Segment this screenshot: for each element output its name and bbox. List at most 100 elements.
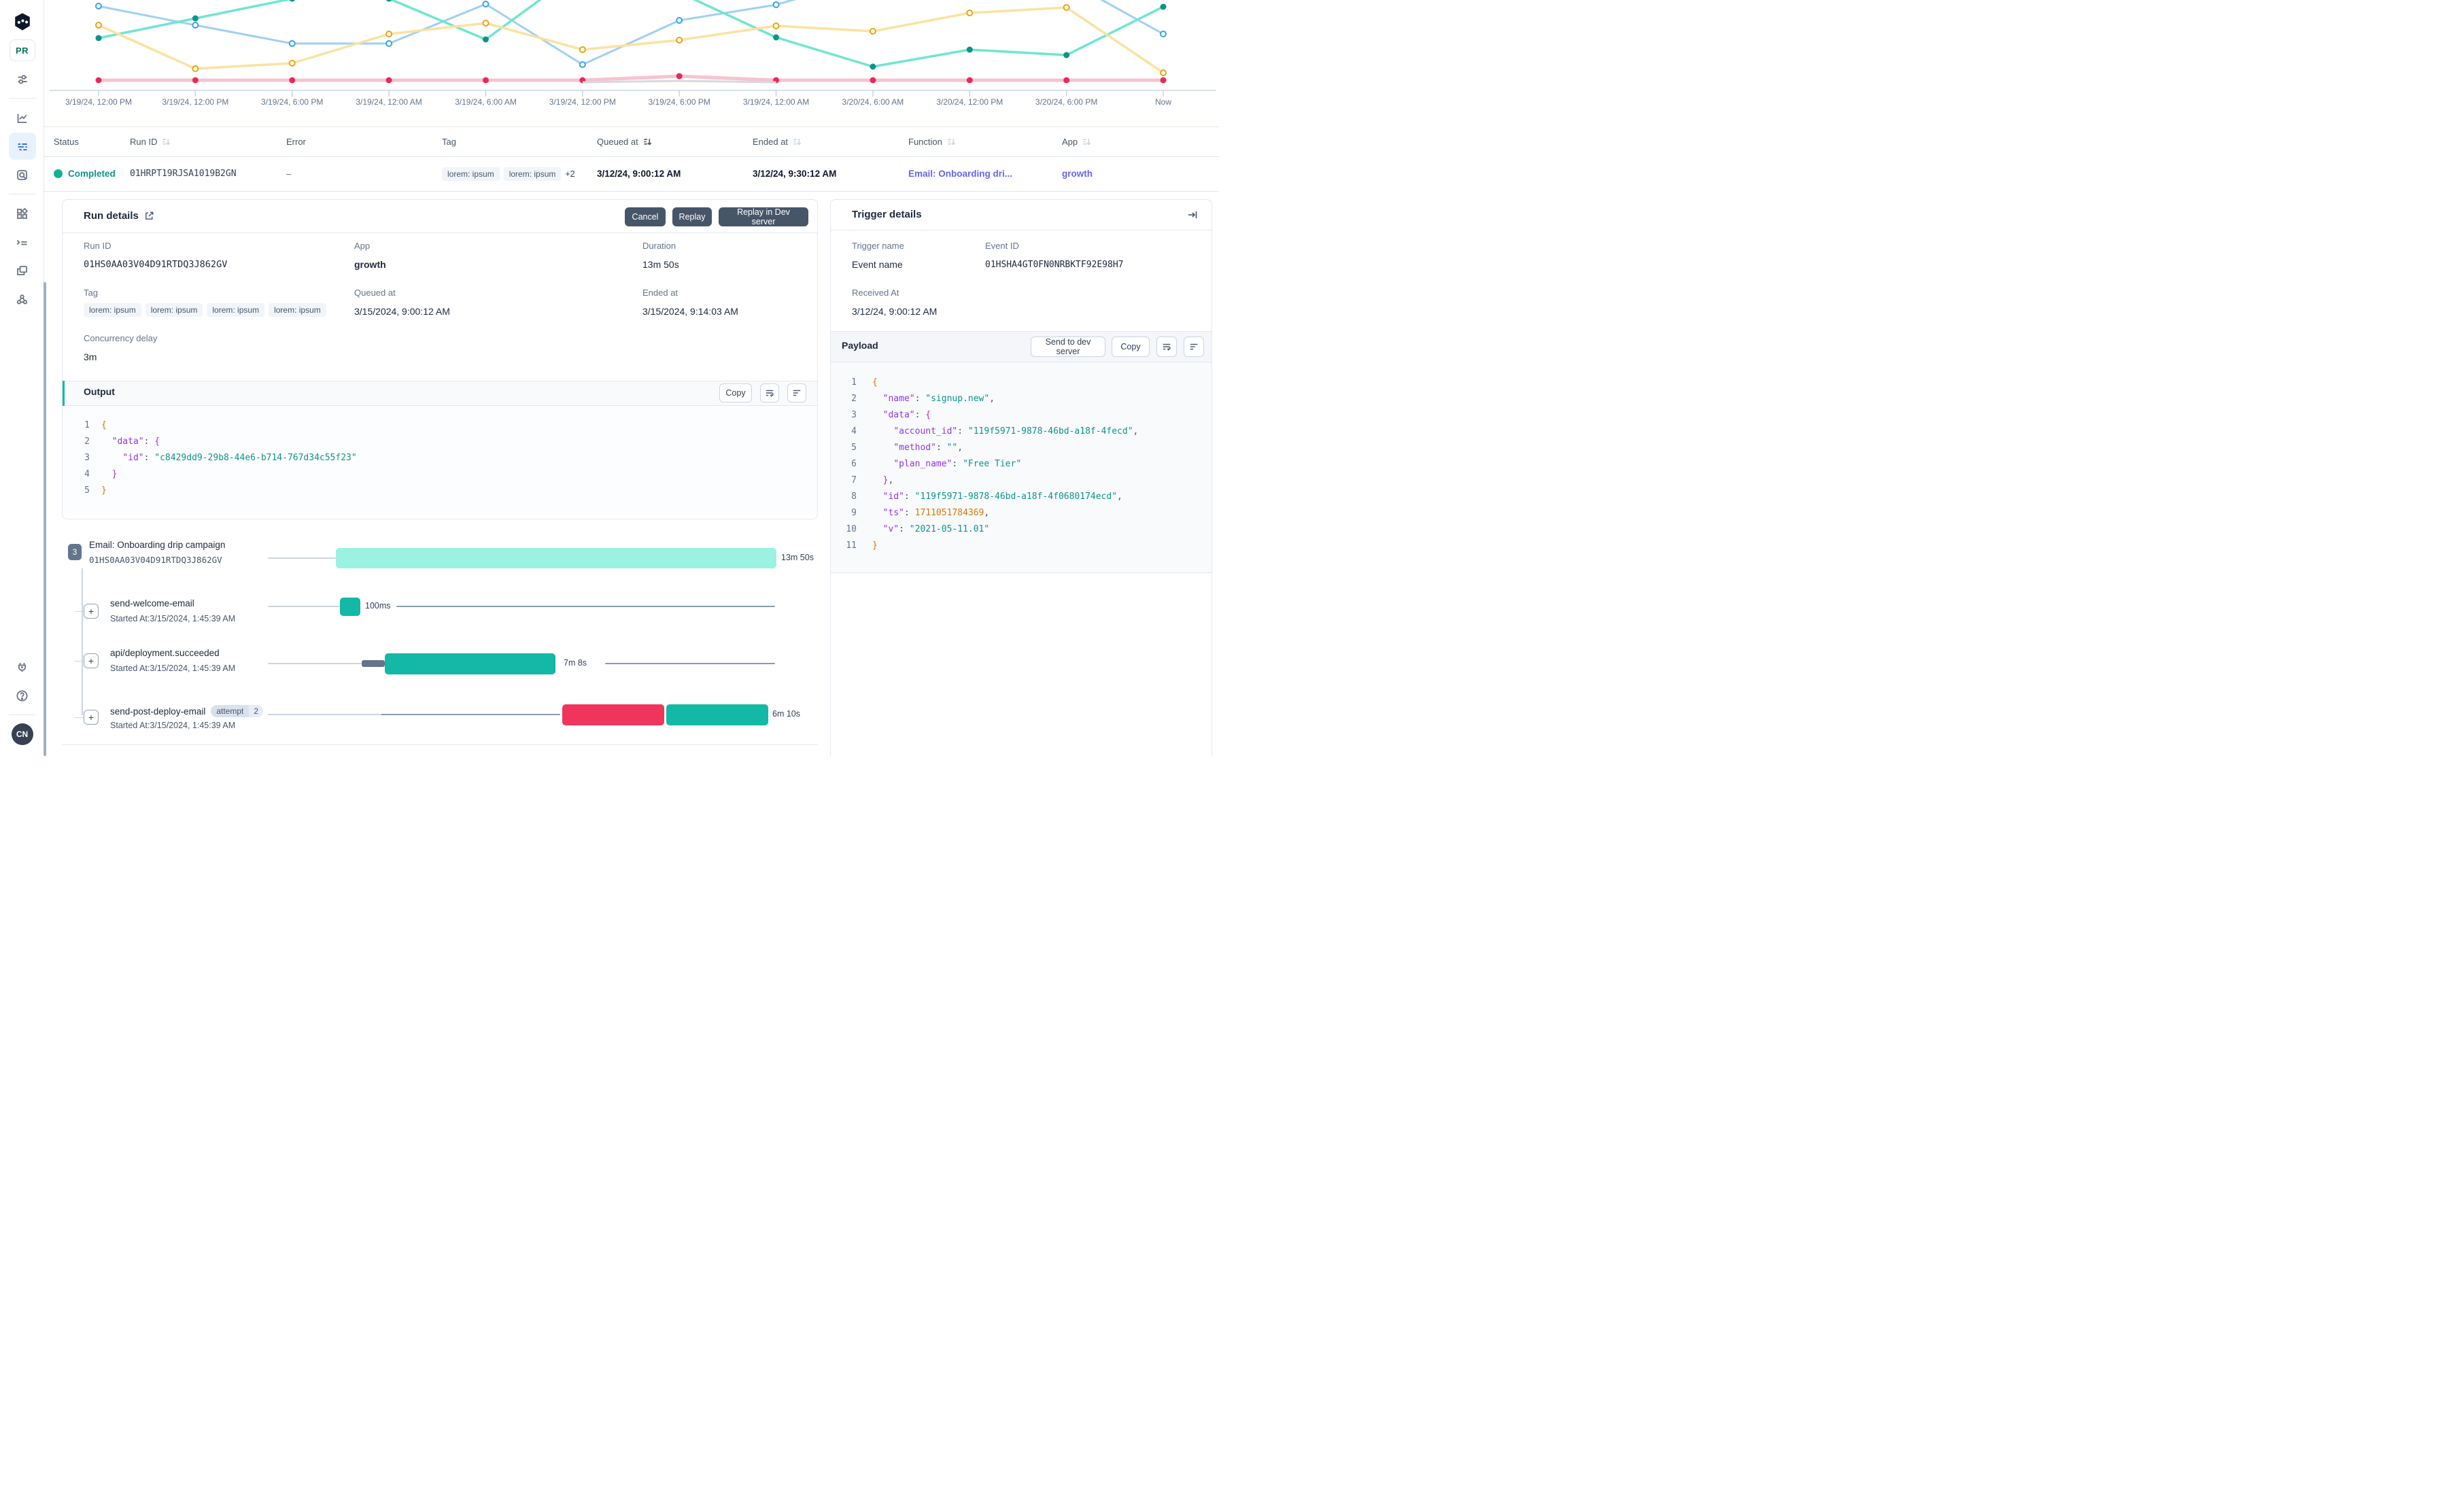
tag-chip: lorem: ipsum [145,303,203,317]
timeline-duration-label: 100ms [365,601,391,611]
sort-icon[interactable] [1082,137,1092,147]
timeline-red-bar[interactable] [562,704,664,725]
column-header-ended-at[interactable]: Ended at [753,137,908,147]
sidebar-item-sliders[interactable] [9,65,36,92]
x-axis-tick-label: 3/19/24, 6:00 PM [648,97,710,107]
error-cell: – [286,169,292,179]
amber-series-point [579,46,586,53]
output-copy-button[interactable]: Copy [719,383,752,402]
sky-series-point [95,3,102,10]
column-header-function[interactable]: Function [908,137,1062,147]
sidebar-item-metrics-chart[interactable] [9,104,36,131]
code-line: "data": { [882,410,931,420]
send-to-dev-server-button[interactable]: Send to dev server [1031,337,1105,357]
timeline-teal-bar[interactable] [385,653,555,674]
pr-badge-label: PR [9,39,35,61]
amber-series-point [1063,4,1070,11]
payload-copy-button[interactable]: Copy [1112,337,1150,357]
timeline-step-started-at: Started At:3/15/2024, 1:45:39 AM [110,664,236,673]
timeline-guide-line [396,606,775,607]
run-details-title: Run details [84,210,154,222]
tag-cell: lorem: ipsum lorem: ipsum +2 [442,167,597,181]
expand-step-button[interactable]: + [84,653,99,668]
code-line-number: 4 [851,426,857,436]
code-line-number: 10 [846,524,857,534]
sidebar-item-doc-search[interactable] [9,161,36,188]
queued-at-cell: 3/12/24, 9:00:12 AM [597,169,681,179]
apps-icon [17,207,29,219]
timeline-guide-line [605,663,775,664]
column-header-error: Error [286,137,442,147]
amber-series-point [192,65,199,72]
mint-series-point [1063,52,1070,58]
sort-icon[interactable] [161,137,171,147]
sidebar-item-apps[interactable] [9,200,36,227]
sky-series-point [676,17,683,24]
sidebar-item-webhook[interactable] [9,286,36,313]
app-window: PR CN 3/19/24, 12:00 PM 3/19/24, 12:00 PM… [0,0,1219,756]
status-cell: Completed [54,169,130,179]
sidebar-item-runs-list[interactable] [8,133,36,160]
timeline-guide-line [381,714,560,715]
timeline-slate-bar[interactable] [362,660,385,667]
terminal-icon [16,239,27,245]
rose-series-line [99,74,1163,82]
function-link[interactable]: Email: Onboarding dri... [908,169,1062,179]
output-header [63,381,817,406]
code-line-number: 2 [84,436,90,447]
timeline-tree-stub [75,611,84,612]
app-link[interactable]: growth [1062,169,1219,179]
timeline-teal-bar[interactable] [666,704,768,725]
sidebar-item-windows[interactable] [9,257,36,284]
tags-more[interactable]: +2 [565,169,574,179]
sidebar-item-plug[interactable] [9,653,36,681]
output-format-button[interactable] [787,383,806,402]
external-link-icon[interactable] [144,211,154,221]
code-line-number: 2 [851,394,857,404]
code-line-number: 5 [851,443,857,453]
sort-icon[interactable] [642,137,653,147]
webhook-icon [16,294,28,304]
help-icon [16,689,28,702]
replay-button[interactable]: Replay [672,207,712,226]
user-avatar[interactable]: CN [9,721,36,748]
sidebar: PR CN [0,0,44,756]
sidebar-item-help[interactable] [9,682,36,709]
sky-series-point [482,1,490,7]
duration-label: Duration [642,241,676,251]
timeline-mint-bar[interactable] [336,548,776,568]
x-axis-tick-label: Now [1154,97,1172,107]
column-header-label: App [1062,136,1078,147]
sky-series-line [98,0,1164,66]
replay-dev-server-button[interactable]: Replay in Dev server [719,207,808,226]
sort-icon[interactable] [946,137,957,147]
timeline-guide-line [268,606,340,607]
tag-chip: lorem: ipsum [503,167,562,181]
app-value-link[interactable]: growth [354,259,386,270]
amber-series-point [95,22,102,29]
cancel-button[interactable]: Cancel [625,207,666,226]
app-logo[interactable] [9,8,36,35]
mint-series-point [1160,3,1167,10]
environment-badge[interactable]: PR [9,37,36,64]
vertical-scrollbar[interactable] [44,282,46,756]
x-axis-tick-label: 3/19/24, 12:00 PM [549,97,616,107]
runs-list-icon [18,143,27,150]
expand-step-button[interactable]: + [84,604,99,619]
column-header-queued-at[interactable]: Queued at [597,137,753,147]
collapse-panel-icon[interactable] [1187,209,1198,220]
column-header-label: Run ID [130,136,158,147]
payload-wrap-text-button[interactable] [1156,337,1177,357]
mint-series-point [289,0,295,2]
output-wrap-text-button[interactable] [760,383,779,402]
payload-format-button[interactable] [1184,337,1204,357]
timeline-teal-bar[interactable] [340,597,360,616]
run-table-row[interactable]: Completed 01HRPT19RJSA1019B2GN – lorem: … [44,156,1219,191]
expand-step-button[interactable]: + [84,710,99,725]
column-header-app[interactable]: App [1062,137,1219,147]
amber-series-point [869,28,876,35]
sidebar-item-terminal[interactable] [9,228,36,256]
table-row-border [44,191,1219,192]
column-header-run-id[interactable]: Run ID [130,137,286,147]
sort-icon[interactable] [792,137,802,147]
